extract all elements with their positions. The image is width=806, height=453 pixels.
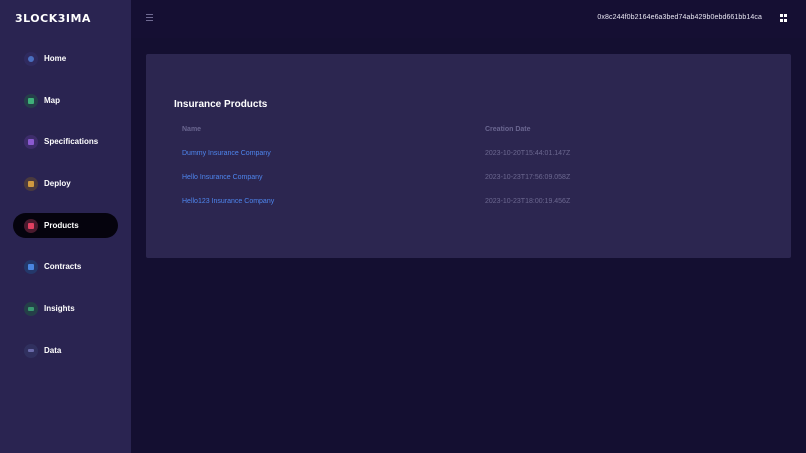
sidebar-item-contracts[interactable]: Contracts	[13, 254, 118, 279]
app-logo[interactable]: 3LOCK3IMA	[15, 12, 91, 25]
home-icon	[24, 51, 38, 66]
product-link[interactable]: Dummy Insurance Company	[182, 150, 271, 157]
sidebar-item-deploy[interactable]: Deploy	[13, 171, 118, 196]
product-link[interactable]: Hello Insurance Company	[182, 174, 263, 181]
sidebar-item-label: Map	[44, 96, 60, 105]
map-icon	[24, 93, 38, 108]
sidebar-item-label: Contracts	[44, 262, 82, 271]
sidebar-item-label: Insights	[44, 304, 75, 313]
wallet-address: 0x8c244f0b2164e6a3bed74ab429b0ebd661bb14…	[597, 14, 762, 21]
product-link[interactable]: Hello123 Insurance Company	[182, 198, 274, 205]
products-icon	[24, 218, 38, 233]
sidebar-item-map[interactable]: Map	[13, 88, 118, 113]
sidebar-item-home[interactable]: Home	[13, 46, 118, 71]
sidebar-item-label: Home	[44, 54, 67, 63]
product-creation-date: 2023-10-20T15:44:01.147Z	[485, 150, 571, 157]
page-title: Insurance Products	[174, 99, 268, 110]
data-icon	[24, 343, 38, 358]
top-bar: 0x8c244f0b2164e6a3bed74ab429b0ebd661bb14…	[131, 0, 806, 38]
sidebar-item-label: Data	[44, 346, 62, 355]
contracts-icon	[24, 259, 38, 274]
sidebar-item-label: Specifications	[44, 137, 99, 146]
menu-toggle-icon[interactable]	[146, 14, 153, 21]
product-creation-date: 2023-10-23T18:00:19.456Z	[485, 198, 571, 205]
product-creation-date: 2023-10-23T17:56:09.058Z	[485, 174, 571, 181]
sidebar-item-label: Deploy	[44, 179, 71, 188]
sidebar-item-insights[interactable]: Insights	[13, 296, 118, 321]
column-header-creation-date: Creation Date	[485, 126, 531, 133]
apps-grid-icon[interactable]	[780, 14, 788, 22]
sidebar-item-specifications[interactable]: Specifications	[13, 129, 118, 154]
sidebar: 3LOCK3IMA Home Map Specifications Deploy…	[0, 0, 131, 453]
products-card: Insurance Products Name Creation Date Du…	[146, 54, 791, 258]
insights-icon	[24, 301, 38, 316]
sidebar-item-data[interactable]: Data	[13, 338, 118, 363]
sidebar-item-label: Products	[44, 221, 79, 230]
column-header-name: Name	[182, 126, 202, 133]
sidebar-item-products[interactable]: Products	[13, 213, 118, 238]
specifications-icon	[24, 134, 38, 149]
deploy-icon	[24, 176, 38, 191]
